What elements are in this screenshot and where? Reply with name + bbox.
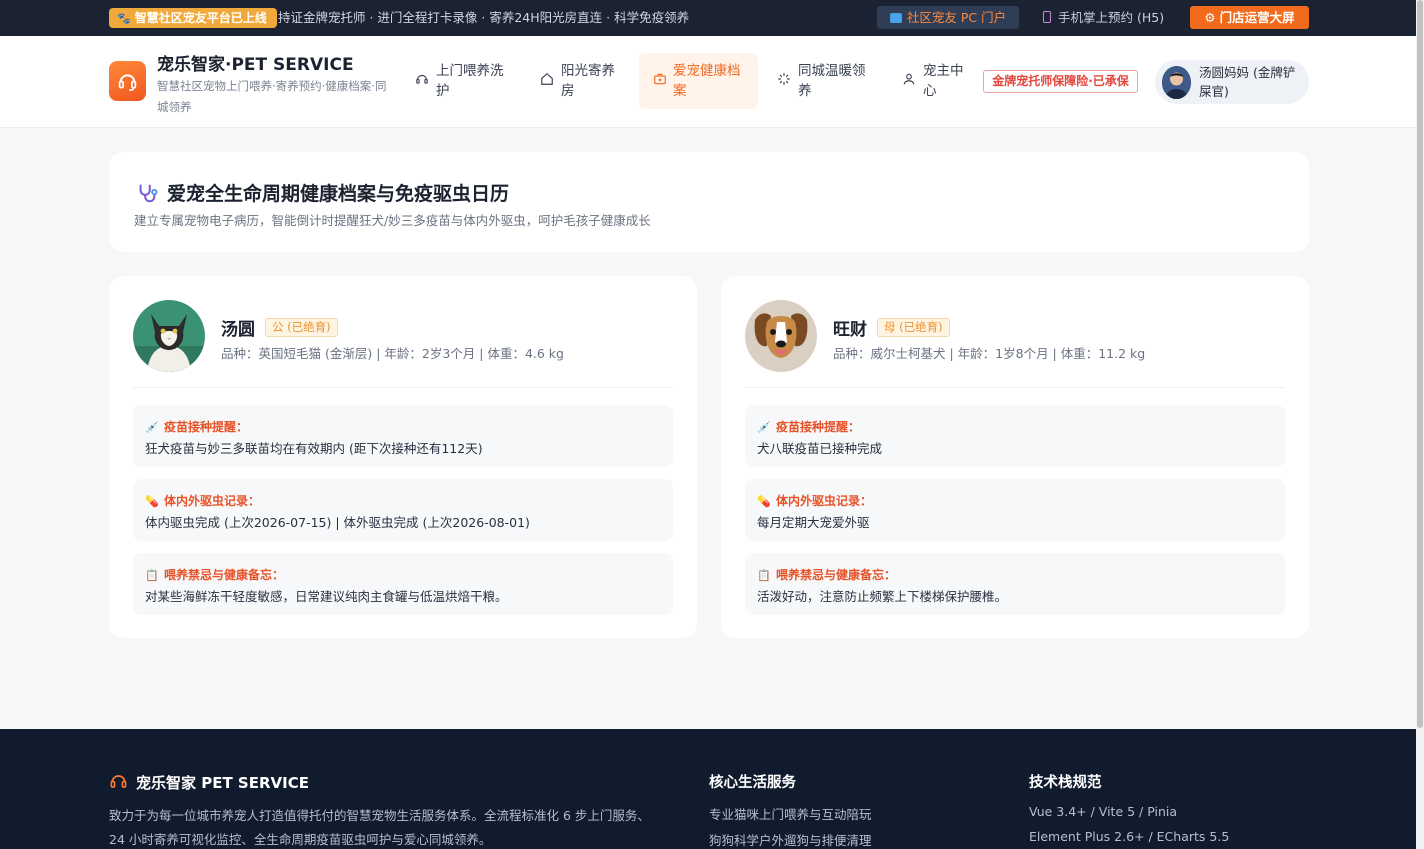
feeding-memo-box: 📋 喂养禁忌与健康备忘： 对某些海鲜冻干轻度敏感，日常建议纯肉主食罐与低温烘焙干粮… — [133, 553, 673, 615]
footer-brand-text: 宠乐智家 PET SERVICE — [136, 774, 309, 792]
vaccine-reminder-text: 狂犬疫苗与妙三多联苗均在有效期内 (距下次接种还有112天) — [145, 441, 483, 456]
user-profile-chip[interactable]: 汤圆妈妈 (金牌铲屎官) — [1155, 60, 1309, 104]
deworm-record-box: 💊 体内外驱虫记录： 每月定期大宠爱外驱 — [745, 479, 1285, 541]
vaccine-reminder-text: 犬八联疫苗已接种完成 — [757, 441, 883, 456]
deworm-record-text: 体内驱虫完成 (上次2026-07-15) | 体外驱虫完成 (上次2026-0… — [145, 515, 530, 530]
nav-item-health-records[interactable]: 爱宠健康档案 — [639, 53, 758, 109]
deworm-record-text: 每月定期大宠爱外驱 — [757, 515, 870, 530]
platform-launch-badge: 🐾 智慧社区宠友平台已上线 — [109, 8, 277, 28]
laptop-icon — [889, 13, 902, 23]
brand-logo[interactable] — [109, 61, 146, 101]
footer-service-link[interactable]: 专业猫咪上门喂养与互动陪玩 — [709, 804, 872, 823]
deworm-record-box: 💊 体内外驱虫记录： 体内驱虫完成 (上次2026-07-15) | 体外驱虫完成… — [133, 479, 673, 541]
brand-subtitle: 智慧社区宠物上门喂养·寄养预约·健康档案·同城领养 — [157, 79, 387, 114]
nav-label: 爱宠健康档案 — [673, 63, 741, 99]
user-name: 汤圆妈妈 (金牌铲屎官) — [1199, 65, 1296, 99]
main-header: 宠乐智家·PET SERVICE 智慧社区宠物上门喂养·寄养预约·健康档案·同城… — [0, 36, 1416, 128]
phone-icon — [1043, 11, 1051, 23]
vaccine-reminder-box: 💉 疫苗接种提醒： 狂犬疫苗与妙三多联苗均在有效期内 (距下次接种还有112天) — [133, 405, 673, 467]
avatar — [1162, 66, 1191, 99]
insurance-badge: 金牌宠托师保障险·已承保 — [983, 70, 1138, 93]
deworm-label-text: 体内外驱虫记录： — [776, 494, 873, 508]
top-announcement-bar: 🐾 智慧社区宠友平台已上线 持证金牌宠托师 · 进门全程打卡录像 · 寄养24H阳… — [0, 0, 1416, 36]
stethoscope-icon — [139, 184, 158, 203]
pet-photo-dog — [745, 300, 817, 372]
headset-icon — [118, 74, 137, 92]
feeding-memo-box: 📋 喂养禁忌与健康备忘： 活泼好动，注意防止频繁上下楼梯保护腰椎。 — [745, 553, 1285, 615]
nav-item-boarding[interactable]: 阳光寄养房 — [540, 53, 630, 109]
mobile-h5-link[interactable]: 手机掌上预约 (H5) — [1043, 0, 1164, 36]
footer-brand: 宠乐智家 PET SERVICE — [109, 772, 309, 793]
site-footer: 宠乐智家 PET SERVICE 致力于为每一位城市养宠人打造值得托付的智慧宠物… — [0, 729, 1416, 849]
pet-gender-tag: 公 (已绝育) — [265, 318, 338, 337]
nav-label: 阳光寄养房 — [561, 63, 615, 99]
pet-photo-cat — [133, 300, 205, 372]
feeding-memo-text: 活泼好动，注意防止频繁上下楼梯保护腰椎。 — [757, 589, 1008, 604]
footer-tech-item: Vue 3.4+ / Vite 5 / Pinia — [1029, 804, 1178, 819]
footer-tech-item: Element Plus 2.6+ / ECharts 5.5 — [1029, 829, 1230, 844]
feeding-memo-label: 📋 喂养禁忌与健康备忘： — [757, 566, 896, 583]
vaccine-label-text: 疫苗接种提醒： — [776, 420, 861, 434]
mobile-h5-label: 手机掌上预约 (H5) — [1058, 10, 1165, 25]
health-records-hero-card: 爱宠全生命周期健康档案与免疫驱虫日历 建立专属宠物电子病历，智能倒计时提醒狂犬/… — [109, 152, 1309, 252]
pc-portal-label: 社区宠友 PC 门户 — [906, 10, 1007, 25]
nav-label: 宠主中心 — [923, 63, 964, 99]
nav-item-owner-center[interactable]: 宠主中心 — [902, 53, 977, 109]
footer-tech-title: 技术栈规范 — [1029, 775, 1102, 791]
service-ticker: 持证金牌宠托师 · 进门全程打卡录像 · 寄养24H阳光房直连 · 科学免疫领养 — [278, 10, 690, 25]
page-title: 爱宠全生命周期健康档案与免疫驱虫日历 — [167, 183, 510, 205]
vaccine-label-text: 疫苗接种提醒： — [164, 420, 249, 434]
pet-card-tangyuan[interactable]: 汤圆 公 (已绝育) 品种：英国短毛猫 (金渐层) | 年龄：2岁3个月 | 体… — [109, 276, 697, 638]
pet-card-wangcai[interactable]: 旺财 母 (已绝育) 品种：威尔士柯基犬 | 年龄：1岁8个月 | 体重：11.… — [721, 276, 1309, 638]
memo-label-text: 喂养禁忌与健康备忘： — [776, 568, 897, 582]
syringe-icon: 💉 — [757, 421, 771, 434]
medical-bag-icon — [654, 73, 666, 85]
store-dashboard-button[interactable]: ⚙ 门店运营大屏 — [1190, 6, 1309, 29]
nav-label: 上门喂养洗护 — [436, 63, 504, 99]
divider — [133, 387, 673, 388]
page-subtitle: 建立专属宠物电子病历，智能倒计时提醒狂犬/妙三多疫苗与体内外驱虫，呵护毛孩子健康… — [134, 213, 651, 228]
store-dashboard-label: 门店运营大屏 — [1219, 10, 1295, 25]
pc-portal-button[interactable]: 社区宠友 PC 门户 — [877, 6, 1019, 29]
pill-icon: 💊 — [757, 495, 771, 508]
clipboard-icon: 📋 — [145, 569, 159, 582]
brand-title[interactable]: 宠乐智家·PET SERVICE — [157, 50, 354, 75]
vaccine-reminder-label: 💉 疫苗接种提醒： — [757, 418, 860, 435]
pill-icon: 💊 — [145, 495, 159, 508]
memo-label-text: 喂养禁忌与健康备忘： — [164, 568, 285, 582]
platform-launch-text: 智慧社区宠友平台已上线 — [134, 11, 267, 25]
pet-name: 汤圆 — [221, 320, 255, 340]
nav-item-home-feeding[interactable]: 上门喂养洗护 — [415, 53, 520, 109]
deworm-label-text: 体内外驱虫记录： — [164, 494, 261, 508]
pet-gender-tag: 母 (已绝育) — [877, 318, 950, 337]
pet-name: 旺财 — [833, 320, 867, 340]
nav-label: 同城温暖领养 — [798, 63, 866, 99]
pet-meta: 品种：英国短毛猫 (金渐层) | 年龄：2岁3个月 | 体重：4.6 kg — [221, 346, 564, 361]
user-icon — [903, 73, 915, 85]
feeding-memo-label: 📋 喂养禁忌与健康备忘： — [145, 566, 284, 583]
clipboard-icon: 📋 — [757, 569, 771, 582]
pet-meta: 品种：威尔士柯基犬 | 年龄：1岁8个月 | 体重：11.2 kg — [833, 346, 1146, 361]
loader-icon — [778, 73, 790, 85]
divider — [745, 387, 1285, 388]
headset-icon — [416, 74, 428, 84]
nav-item-adoption[interactable]: 同城温暖领养 — [777, 53, 882, 109]
paw-icon: 🐾 — [117, 12, 131, 25]
gear-icon: ⚙ — [1204, 10, 1216, 25]
vaccine-reminder-box: 💉 疫苗接种提醒： 犬八联疫苗已接种完成 — [745, 405, 1285, 467]
deworm-record-label: 💊 体内外驱虫记录： — [145, 492, 260, 509]
page-scrollbar[interactable] — [1416, 0, 1424, 849]
vaccine-reminder-label: 💉 疫苗接种提醒： — [145, 418, 248, 435]
feeding-memo-text: 对某些海鲜冻干轻度敏感，日常建议纯肉主食罐与低温烘焙干粮。 — [145, 589, 508, 604]
headset-icon — [110, 775, 127, 788]
footer-description: 致力于为每一位城市养宠人打造值得托付的智慧宠物生活服务体系。全流程标准化 6 步… — [109, 808, 650, 847]
deworm-record-label: 💊 体内外驱虫记录： — [757, 492, 872, 509]
syringe-icon: 💉 — [145, 421, 159, 434]
home-icon — [541, 72, 553, 85]
scrollbar-thumb[interactable] — [1417, 0, 1423, 728]
footer-services-title: 核心生活服务 — [709, 775, 796, 791]
footer-service-link[interactable]: 狗狗科学户外遛狗与排便清理 — [709, 830, 872, 849]
